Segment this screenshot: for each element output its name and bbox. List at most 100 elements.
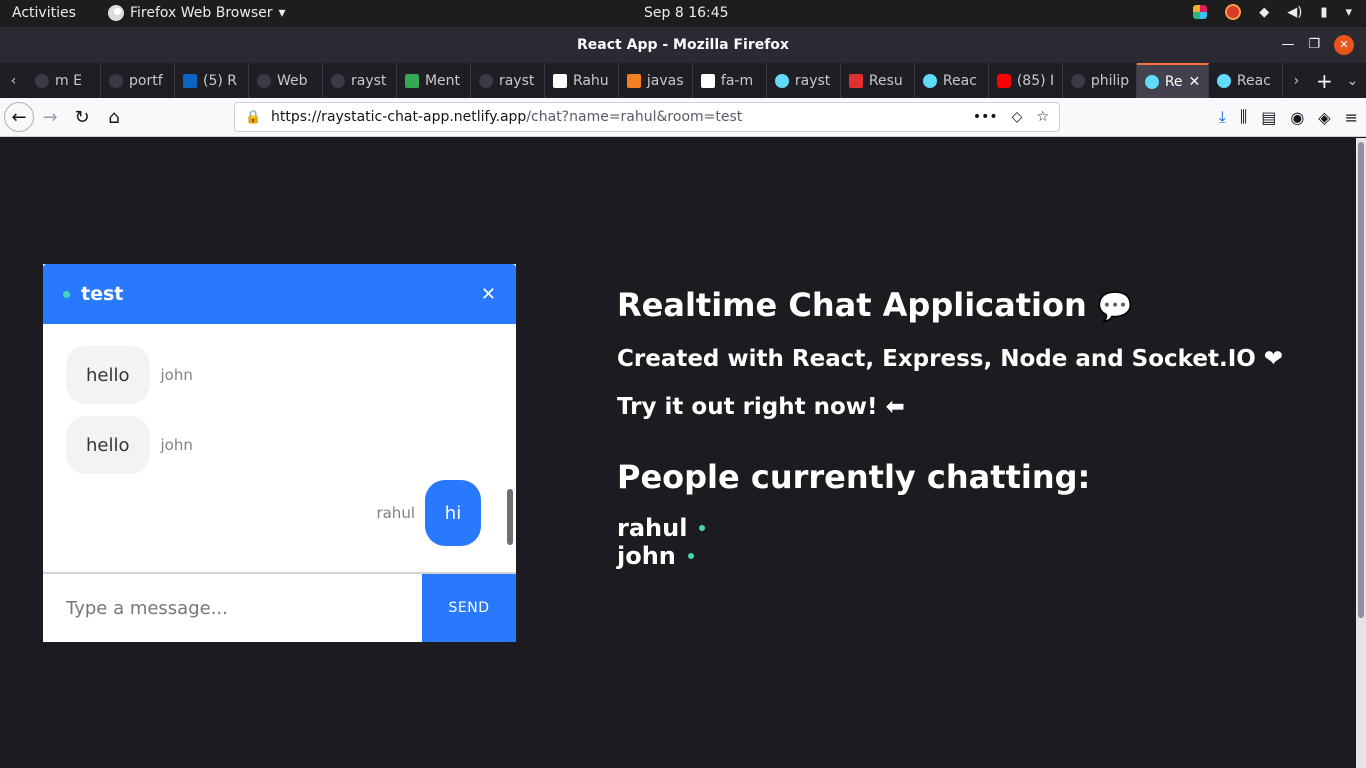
slack-icon[interactable] (1193, 5, 1208, 19)
firefox-icon (108, 5, 124, 21)
room-name: test (81, 283, 124, 305)
tab-label: javas (646, 72, 684, 89)
react-icon (1216, 73, 1231, 88)
tab-label: (5) R (203, 72, 238, 89)
browser-tab[interactable]: Reac (915, 63, 989, 98)
active-user: john (617, 542, 1283, 570)
message-input[interactable] (43, 574, 422, 642)
browser-tab-active[interactable]: Re ✕ (1136, 63, 1209, 98)
tab-label: Ment (424, 72, 461, 89)
activities-button[interactable]: Activities (12, 5, 76, 21)
browser-tab[interactable]: fa-m (693, 63, 767, 98)
bookmark-star-icon[interactable]: ☆ (1036, 109, 1049, 125)
flag-icon (700, 73, 715, 88)
browser-tab[interactable]: Resu (841, 63, 915, 98)
library-icon[interactable]: ⫼ (1240, 107, 1247, 127)
maximize-icon[interactable]: ❐ (1308, 27, 1320, 63)
tab-scroll-left-icon[interactable]: ‹ (0, 73, 27, 89)
message-list-scrollbar[interactable] (507, 489, 513, 545)
active-user: rahul (617, 514, 1283, 542)
extensions-icon[interactable]: ◈ (1318, 108, 1330, 127)
window-title-bar: React App - Mozilla Firefox — ❐ ✕ (0, 27, 1366, 63)
message-item: hello john (66, 416, 193, 474)
stackoverflow-icon (626, 73, 641, 88)
url-actions: ••• ◇ ☆ (973, 109, 1059, 125)
tab-label: Re (1164, 73, 1183, 90)
app-menu[interactable]: Firefox Web Browser ▾ (108, 5, 286, 21)
app-menu-label: Firefox Web Browser (130, 5, 273, 21)
active-user-name: john (617, 542, 676, 570)
online-status-icon (63, 290, 70, 298)
list-all-tabs-icon[interactable]: ⌄ (1339, 73, 1366, 89)
tab-label: philip (1090, 72, 1130, 89)
browser-tab[interactable]: Ment (397, 63, 471, 98)
system-tray: ◆ ◀) ▮ ▾ (1193, 4, 1352, 20)
back-arrow-icon[interactable]: ← (4, 102, 34, 132)
window-controls: — ❐ ✕ (1281, 27, 1354, 63)
reload-icon[interactable]: ↻ (66, 101, 98, 133)
message-sender: john (160, 366, 193, 384)
account-icon[interactable]: ◉ (1290, 108, 1304, 127)
github-icon (1070, 73, 1085, 88)
browser-tab[interactable]: Reac (1209, 63, 1283, 98)
new-tab-icon[interactable]: + (1310, 69, 1339, 93)
chrome-indicator-icon[interactable] (1225, 4, 1242, 20)
tab-scroll-right-icon[interactable]: › (1283, 73, 1310, 89)
window-title: React App - Mozilla Firefox (577, 37, 789, 53)
react-icon (1144, 74, 1159, 89)
page-scrollbar-thumb[interactable] (1358, 142, 1364, 618)
github-icon (478, 73, 493, 88)
browser-tab[interactable]: javas (619, 63, 693, 98)
caret-down-icon[interactable]: ▾ (1345, 5, 1352, 20)
browser-tab[interactable]: rayst (767, 63, 841, 98)
pdf-icon (848, 73, 863, 88)
message-bubble: hello (66, 416, 150, 474)
try-it-text: Try it out right now! ⬅ (617, 394, 905, 420)
tab-label: rayst (794, 72, 831, 89)
browser-tab[interactable]: rayst (471, 63, 545, 98)
download-icon[interactable]: ⤓ (1219, 107, 1226, 127)
message-list[interactable]: hello john hello john rahul hi (43, 324, 516, 572)
page-subtitle: Created with React, Express, Node and So… (617, 346, 1284, 372)
battery-icon[interactable]: ▮ (1320, 5, 1327, 20)
pocket-icon[interactable]: ◇ (1012, 109, 1023, 125)
browser-tab[interactable]: philip (1063, 63, 1137, 98)
send-button[interactable]: SEND (422, 574, 516, 642)
page-scrollbar[interactable] (1356, 138, 1366, 768)
sidebar-icon[interactable]: ▤ (1261, 108, 1276, 127)
clock[interactable]: Sep 8 16:45 (644, 5, 729, 21)
tab-label: m E (55, 72, 82, 89)
page-actions-icon[interactable]: ••• (973, 109, 998, 125)
browser-tab[interactable]: rayst (323, 63, 397, 98)
github-icon (109, 73, 124, 88)
message-composer: SEND (43, 572, 516, 642)
caret-down-icon: ▾ (278, 5, 286, 21)
tab-favicon (35, 73, 50, 88)
chat-header: test ✕ (43, 264, 516, 324)
close-chat-icon[interactable]: ✕ (481, 284, 496, 305)
address-bar[interactable]: 🔒 https://raystatic-chat-app.netlify.app… (234, 102, 1060, 132)
browser-tab[interactable]: portf (101, 63, 176, 98)
wifi-icon[interactable]: ◆ (1259, 5, 1269, 20)
url-path: /chat?name=rahul&room=test (526, 109, 743, 125)
minimize-icon[interactable]: — (1281, 27, 1294, 63)
close-tab-icon[interactable]: ✕ (1189, 74, 1201, 90)
home-icon[interactable]: ⌂ (98, 101, 130, 133)
shield-lock-icon[interactable]: 🔒 (245, 110, 271, 125)
browser-tab[interactable]: Web (249, 63, 323, 98)
message-sender: rahul (376, 504, 415, 522)
menu-icon[interactable]: ≡ (1345, 108, 1358, 127)
browser-tab[interactable]: (5) R (175, 63, 249, 98)
play-store-icon (404, 73, 419, 88)
volume-icon[interactable]: ◀) (1287, 5, 1302, 20)
browser-tab[interactable]: Rahu (545, 63, 619, 98)
close-window-icon[interactable]: ✕ (1334, 35, 1354, 55)
tab-label: rayst (350, 72, 387, 89)
tab-label: Rahu (572, 72, 609, 89)
forward-arrow-icon[interactable]: → (34, 101, 66, 133)
tab-label: Web (277, 72, 308, 89)
youtube-icon (996, 73, 1011, 88)
info-panel: Realtime Chat Application 💬 Created with… (617, 286, 1283, 570)
browser-tab[interactable]: (85) I (989, 63, 1063, 98)
browser-tab[interactable]: m E (27, 63, 102, 98)
